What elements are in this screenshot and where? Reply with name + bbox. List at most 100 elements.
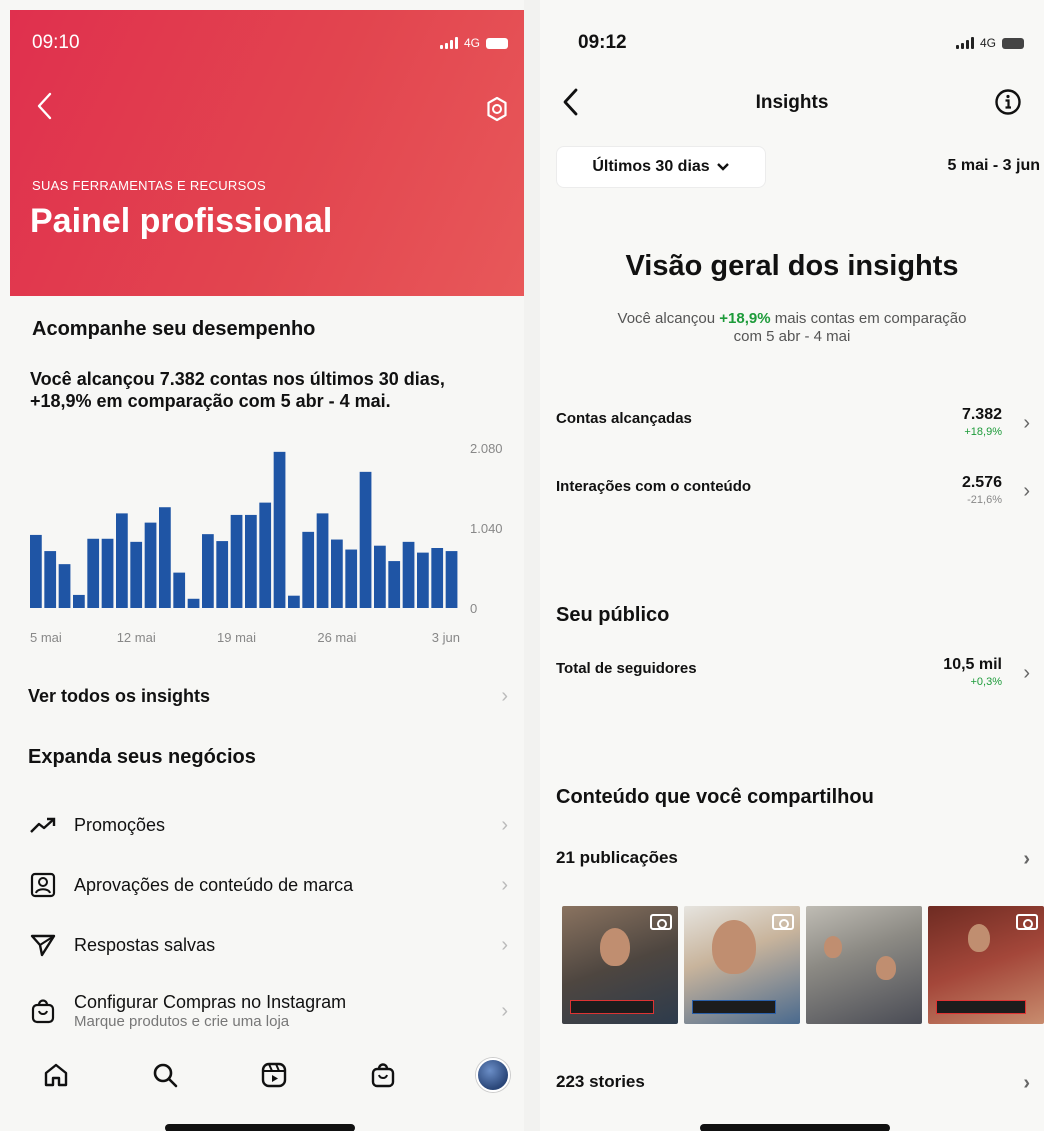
menu-item-saved-replies[interactable]: Respostas salvas › xyxy=(28,930,518,960)
stories-count: 223 stories xyxy=(556,1072,645,1091)
chart-bar xyxy=(44,551,57,608)
x-tick-label: 26 mai xyxy=(317,630,356,645)
menu-item-label: Configurar Compras no Instagram xyxy=(74,992,347,1012)
chevron-right-icon: › xyxy=(501,933,508,956)
x-tick-label: 12 mai xyxy=(117,630,156,645)
chart-bar xyxy=(259,502,272,608)
menu-item-branded-content[interactable]: Aprovações de conteúdo de marca › xyxy=(28,870,518,900)
chart-bar xyxy=(159,507,171,608)
chart-bar xyxy=(73,594,85,608)
chart-bar xyxy=(116,513,128,608)
thumbnail-image xyxy=(876,956,896,980)
tools-resources-kicker: SUAS FERRAMENTAS E RECURSOS xyxy=(32,178,266,193)
chart-bar xyxy=(173,572,186,608)
chart-bar xyxy=(316,513,329,608)
chart-bar xyxy=(130,541,143,608)
info-icon[interactable] xyxy=(994,88,1022,116)
y-tick-label: 0 xyxy=(470,601,477,616)
y-tick-label: 2.080 xyxy=(470,441,503,456)
settings-gear-icon[interactable] xyxy=(484,96,510,122)
period-label: Últimos 30 dias xyxy=(592,158,710,175)
thumbnail-image xyxy=(824,936,842,958)
video-icon xyxy=(772,914,794,930)
status-indicators: 4G xyxy=(439,36,508,50)
page-title: Insights xyxy=(755,92,829,113)
chart-bar xyxy=(388,561,401,608)
metric-total-followers[interactable]: Total de seguidores 10,5 mil +0,3% › xyxy=(556,656,1040,696)
metric-label: Contas alcançadas xyxy=(556,410,692,427)
chart-bar xyxy=(202,534,214,608)
post-thumbnail[interactable] xyxy=(562,906,678,1024)
metric-content-interactions[interactable]: Interações com o conteúdo 2.576 -21,6% › xyxy=(556,474,1040,514)
chart-bar xyxy=(101,538,114,608)
chevron-right-icon: › xyxy=(1023,662,1030,684)
thumbnail-caption-banner xyxy=(936,1000,1026,1014)
performance-summary-line1: Você alcançou 7.382 contas nos últimos 3… xyxy=(30,369,445,389)
menu-item-label: Aprovações de conteúdo de marca xyxy=(74,874,354,895)
metric-value: 10,5 mil xyxy=(943,656,1002,673)
reels-icon[interactable] xyxy=(258,1059,290,1091)
chart-bar xyxy=(288,595,300,608)
stories-row[interactable]: 223 stories › xyxy=(556,1072,1040,1094)
signal-icon xyxy=(955,37,974,49)
professional-dashboard-screen: 09:10 4G SUAS FERRAMENTAS E RECURSOS Pai… xyxy=(0,0,524,1131)
content-shared-title: Conteúdo que você compartilhou xyxy=(556,786,874,808)
insights-screen: 09:12 4G Insights Últimos 30 dias 5 mai … xyxy=(540,0,1044,1131)
metric-label: Interações com o conteúdo xyxy=(556,478,752,495)
chevron-right-icon: › xyxy=(501,813,508,836)
overview-change-highlight: +18,9% xyxy=(719,310,771,327)
period-dropdown[interactable]: Últimos 30 dias xyxy=(556,146,766,188)
chart-bar xyxy=(302,531,315,608)
profile-avatar[interactable] xyxy=(476,1058,510,1092)
back-arrow-icon[interactable] xyxy=(32,88,58,124)
metric-accounts-reached[interactable]: Contas alcançadas 7.382 +18,9% › xyxy=(556,406,1040,446)
overview-sub-line2: com 5 abr - 4 mai xyxy=(733,328,851,345)
posts-row[interactable]: 21 publicações › xyxy=(556,848,1040,870)
chart-bar xyxy=(445,551,458,608)
shopping-setup-text: Configurar Compras no Instagram Marque p… xyxy=(74,992,346,1030)
chevron-right-icon: › xyxy=(1023,412,1030,434)
menu-item-label: Respostas salvas xyxy=(74,934,216,955)
home-icon[interactable] xyxy=(40,1059,72,1091)
post-thumbnails xyxy=(562,906,1044,1024)
metric-value: 2.576 xyxy=(961,474,1002,491)
chart-bar xyxy=(374,545,386,608)
video-icon xyxy=(650,914,672,930)
post-thumbnail[interactable] xyxy=(684,906,800,1024)
dashboard-header: 09:10 4G SUAS FERRAMENTAS E RECURSOS Pai… xyxy=(10,10,524,296)
branded-content-icon xyxy=(28,870,58,900)
menu-item-promotions[interactable]: Promoções › xyxy=(28,810,518,840)
home-indicator xyxy=(700,1124,890,1131)
x-tick-label: 5 mai xyxy=(30,630,62,645)
chart-bar xyxy=(431,548,444,608)
see-all-insights-row[interactable]: Ver todos os insights › xyxy=(28,685,518,707)
performance-title: Acompanhe seu desempenho xyxy=(32,318,316,340)
y-tick-label: 1.040 xyxy=(470,521,503,536)
x-tick-label: 3 jun xyxy=(432,630,460,645)
network-type: 4G xyxy=(979,36,996,50)
chart-bar xyxy=(417,552,429,608)
video-icon xyxy=(1016,914,1038,930)
network-type: 4G xyxy=(463,36,480,50)
chart-bar xyxy=(30,534,42,608)
overview-sub-pre: Você alcançou xyxy=(617,310,720,327)
status-time: 09:10 xyxy=(32,32,80,53)
post-thumbnail[interactable] xyxy=(806,906,922,1024)
date-range: 5 mai - 3 jun xyxy=(947,157,1040,174)
chevron-right-icon: › xyxy=(501,685,508,707)
reach-bar-chart: 2.080 1.040 0 5 mai 12 mai 19 mai 26 mai 3 jun xyxy=(30,441,503,645)
chart-bar xyxy=(331,539,343,608)
menu-item-shopping-setup[interactable]: Configurar Compras no Instagram Marque p… xyxy=(28,992,518,1030)
see-all-insights-label: Ver todos os insights xyxy=(28,686,211,706)
shop-icon[interactable] xyxy=(367,1059,399,1091)
thumbnail-image xyxy=(600,928,630,966)
chevron-right-icon: › xyxy=(1023,1072,1030,1094)
thumbnail-image xyxy=(968,924,990,952)
menu-item-sublabel: Marque produtos e crie uma loja xyxy=(74,1013,290,1030)
chart-bar xyxy=(345,549,358,608)
post-thumbnail[interactable] xyxy=(928,906,1044,1024)
search-icon[interactable] xyxy=(149,1059,181,1091)
overview-subtitle: Você alcançou +18,9% mais contas em comp… xyxy=(580,310,1004,346)
chevron-right-icon: › xyxy=(1023,848,1030,870)
metric-value: 7.382 xyxy=(961,406,1002,423)
